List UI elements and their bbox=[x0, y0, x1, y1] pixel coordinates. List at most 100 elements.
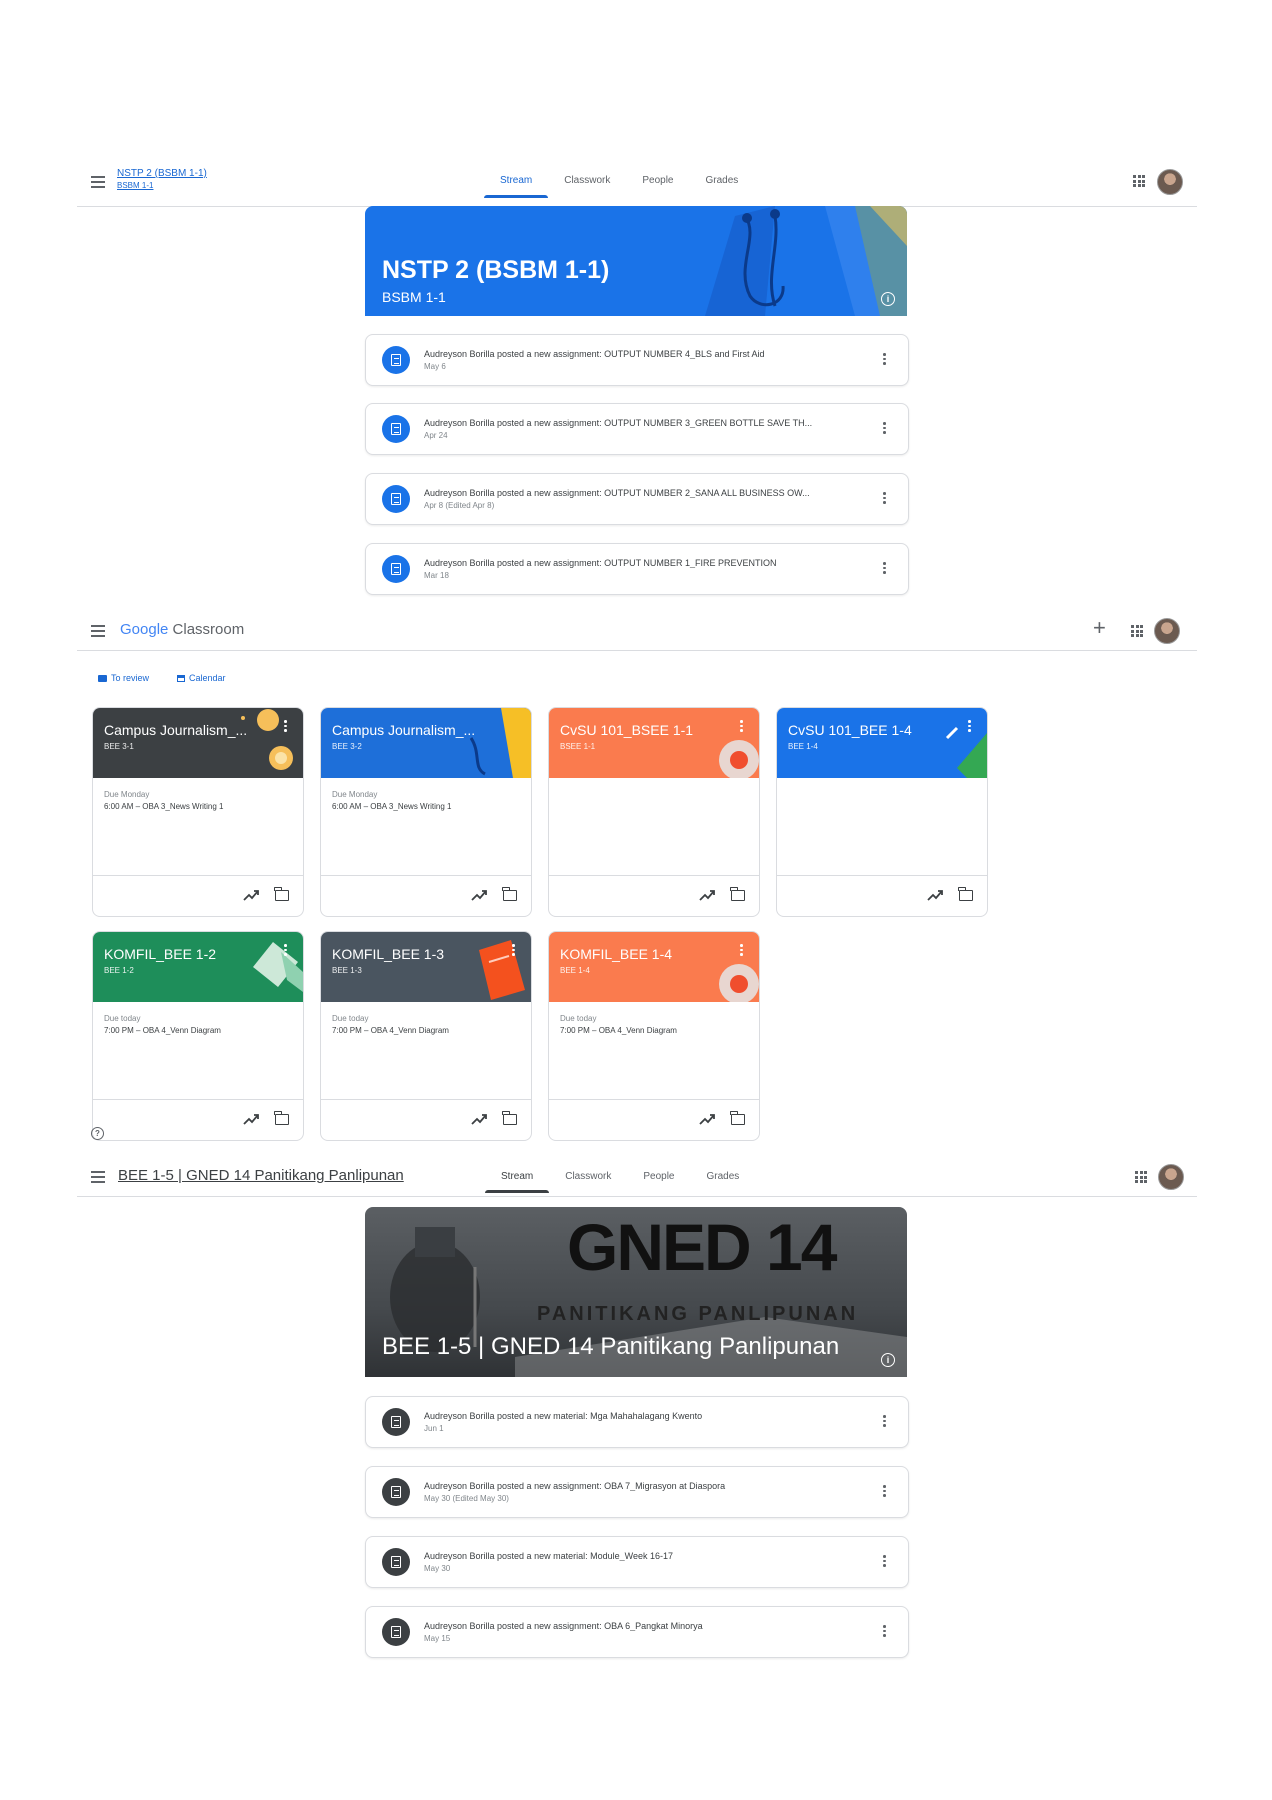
tab-classwork[interactable]: Classwork bbox=[548, 175, 626, 186]
trending-icon[interactable] bbox=[471, 888, 487, 902]
more-vert-icon[interactable] bbox=[883, 422, 886, 436]
card-header[interactable]: Campus Journalism_... BEE 3-1 bbox=[93, 708, 303, 778]
folder-icon[interactable] bbox=[274, 887, 289, 901]
more-vert-icon[interactable] bbox=[968, 720, 971, 734]
folder-icon[interactable] bbox=[958, 887, 973, 901]
to-review-link[interactable]: To review bbox=[98, 673, 149, 683]
class-card[interactable]: KOMFIL_BEE 1-4 BEE 1-4 Due today 7:00 PM… bbox=[548, 931, 760, 1141]
card-header[interactable]: KOMFIL_BEE 1-2 BEE 1-2 bbox=[93, 932, 303, 1002]
info-icon[interactable]: i bbox=[881, 1353, 895, 1367]
more-vert-icon[interactable] bbox=[284, 944, 287, 958]
course-title-link[interactable]: BEE 1-5 | GNED 14 Panitikang Panlipunan bbox=[118, 1167, 404, 1184]
class-section: BSEE 1-1 bbox=[560, 742, 596, 751]
nav-tabs: Stream Classwork People Grades bbox=[484, 175, 755, 198]
card-header[interactable]: KOMFIL_BEE 1-3 BEE 1-3 bbox=[321, 932, 531, 1002]
class-card[interactable]: CvSU 101_BSEE 1-1 BSEE 1-1 bbox=[548, 707, 760, 917]
trending-icon[interactable] bbox=[243, 888, 259, 902]
calendar-link[interactable]: Calendar bbox=[177, 673, 226, 683]
stream-post[interactable]: Audreyson Borilla posted a new assignmen… bbox=[365, 1606, 909, 1658]
class-name[interactable]: KOMFIL_BEE 1-4 bbox=[560, 946, 672, 962]
class-card[interactable]: KOMFIL_BEE 1-2 BEE 1-2 Due today 7:00 PM… bbox=[92, 931, 304, 1141]
menu-icon[interactable] bbox=[91, 625, 105, 637]
class-name[interactable]: Campus Journalism_... bbox=[332, 722, 475, 738]
tab-people[interactable]: People bbox=[626, 175, 689, 186]
stream-post[interactable]: Audreyson Borilla posted a new assignmen… bbox=[365, 334, 909, 386]
class-section: BEE 1-4 bbox=[560, 966, 590, 975]
class-card[interactable]: CvSU 101_BEE 1-4 BEE 1-4 bbox=[776, 707, 988, 917]
class-card[interactable]: Campus Journalism_... BEE 3-1 Due Monday… bbox=[92, 707, 304, 917]
more-vert-icon[interactable] bbox=[883, 1485, 886, 1499]
stream-post[interactable]: Audreyson Borilla posted a new assignmen… bbox=[365, 543, 909, 595]
trending-icon[interactable] bbox=[927, 888, 943, 902]
apps-icon[interactable] bbox=[1131, 625, 1143, 637]
class-section: BEE 1-4 bbox=[788, 742, 818, 751]
post-text: Audreyson Borilla posted a new assignmen… bbox=[424, 1621, 703, 1631]
trending-icon[interactable] bbox=[471, 1112, 487, 1126]
card-header[interactable]: CvSU 101_BEE 1-4 BEE 1-4 bbox=[777, 708, 987, 778]
trending-icon[interactable] bbox=[699, 888, 715, 902]
more-vert-icon[interactable] bbox=[512, 944, 515, 958]
class-name[interactable]: KOMFIL_BEE 1-2 bbox=[104, 946, 216, 962]
folder-icon[interactable] bbox=[502, 1111, 517, 1125]
due-assignment-link[interactable]: 7:00 PM – OBA 4_Venn Diagram bbox=[332, 1026, 449, 1035]
apps-icon[interactable] bbox=[1135, 1171, 1147, 1183]
due-label: Due today bbox=[560, 1014, 597, 1023]
class-card[interactable]: KOMFIL_BEE 1-3 BEE 1-3 Due today 7:00 PM… bbox=[320, 931, 532, 1141]
tab-people[interactable]: People bbox=[627, 1171, 690, 1182]
help-icon[interactable]: ? bbox=[91, 1127, 104, 1140]
avatar[interactable] bbox=[1158, 1164, 1184, 1190]
stream-post[interactable]: Audreyson Borilla posted a new assignmen… bbox=[365, 1466, 909, 1518]
more-vert-icon[interactable] bbox=[740, 720, 743, 734]
trending-icon[interactable] bbox=[243, 1112, 259, 1126]
avatar[interactable] bbox=[1154, 618, 1180, 644]
to-review-label: To review bbox=[111, 673, 150, 683]
card-header[interactable]: KOMFIL_BEE 1-4 BEE 1-4 bbox=[549, 932, 759, 1002]
more-vert-icon[interactable] bbox=[740, 944, 743, 958]
folder-icon[interactable] bbox=[274, 1111, 289, 1125]
tab-classwork[interactable]: Classwork bbox=[549, 1171, 627, 1182]
more-vert-icon[interactable] bbox=[284, 720, 287, 734]
more-vert-icon[interactable] bbox=[883, 1555, 886, 1569]
tab-grades[interactable]: Grades bbox=[691, 1171, 756, 1182]
card-header[interactable]: Campus Journalism_... BEE 3-2 bbox=[321, 708, 531, 778]
stream-post[interactable]: Audreyson Borilla posted a new material:… bbox=[365, 1536, 909, 1588]
due-assignment-link[interactable]: 7:00 PM – OBA 4_Venn Diagram bbox=[560, 1026, 677, 1035]
more-vert-icon[interactable] bbox=[883, 1415, 886, 1429]
class-name[interactable]: KOMFIL_BEE 1-3 bbox=[332, 946, 444, 962]
tab-grades[interactable]: Grades bbox=[690, 175, 755, 186]
nav-tabs: Stream Classwork People Grades bbox=[485, 1171, 756, 1193]
avatar[interactable] bbox=[1157, 169, 1183, 195]
stream-post[interactable]: Audreyson Borilla posted a new material:… bbox=[365, 1396, 909, 1448]
google-classroom-logo[interactable]: Google Classroom bbox=[120, 621, 244, 638]
more-vert-icon[interactable] bbox=[883, 492, 886, 506]
stream-post[interactable]: Audreyson Borilla posted a new assignmen… bbox=[365, 403, 909, 455]
folder-icon[interactable] bbox=[730, 1111, 745, 1125]
due-label: Due Monday bbox=[332, 790, 378, 799]
course-title-link[interactable]: NSTP 2 (BSBM 1-1) bbox=[117, 168, 207, 179]
class-name[interactable]: Campus Journalism_... bbox=[104, 722, 247, 738]
post-text: Audreyson Borilla posted a new assignmen… bbox=[424, 558, 777, 568]
info-icon[interactable]: i bbox=[881, 292, 895, 306]
due-assignment-link[interactable]: 6:00 AM – OBA 3_News Writing 1 bbox=[104, 802, 223, 811]
folder-icon[interactable] bbox=[730, 887, 745, 901]
tab-stream[interactable]: Stream bbox=[484, 175, 549, 198]
due-assignment-link[interactable]: 7:00 PM – OBA 4_Venn Diagram bbox=[104, 1026, 221, 1035]
more-vert-icon[interactable] bbox=[883, 562, 886, 576]
menu-icon[interactable] bbox=[91, 1171, 105, 1183]
assignment-icon bbox=[382, 1618, 410, 1646]
menu-icon[interactable] bbox=[91, 176, 105, 188]
class-section: BEE 3-2 bbox=[332, 742, 362, 751]
due-assignment-link[interactable]: 6:00 AM – OBA 3_News Writing 1 bbox=[332, 802, 451, 811]
class-name[interactable]: CvSU 101_BEE 1-4 bbox=[788, 722, 912, 738]
more-vert-icon[interactable] bbox=[883, 1625, 886, 1639]
plus-icon[interactable]: + bbox=[1093, 617, 1106, 639]
more-vert-icon[interactable] bbox=[883, 353, 886, 367]
tab-stream[interactable]: Stream bbox=[485, 1171, 550, 1193]
stream-post[interactable]: Audreyson Borilla posted a new assignmen… bbox=[365, 473, 909, 525]
trending-icon[interactable] bbox=[699, 1112, 715, 1126]
class-card[interactable]: Campus Journalism_... BEE 3-2 Due Monday… bbox=[320, 707, 532, 917]
folder-icon[interactable] bbox=[502, 887, 517, 901]
apps-icon[interactable] bbox=[1133, 175, 1145, 187]
card-header[interactable]: CvSU 101_BSEE 1-1 BSEE 1-1 bbox=[549, 708, 759, 778]
class-name[interactable]: CvSU 101_BSEE 1-1 bbox=[560, 722, 693, 738]
